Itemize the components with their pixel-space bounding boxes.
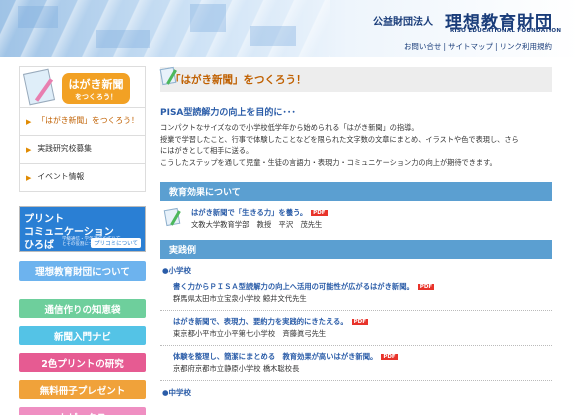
entry-author: 東京都小平市立小平第七小学校 斉藤眞弓先生 xyxy=(173,329,327,338)
header-decoration-block xyxy=(250,26,296,46)
header-decoration-block xyxy=(18,6,58,28)
description-line: にはがきとして相手に送る。 xyxy=(160,146,254,155)
entry-title[interactable]: はがき新聞で、表現力、要約力を実践的にきたえる。 xyxy=(173,317,348,326)
pdf-badge: PDF xyxy=(311,210,328,216)
sidebar-submenu: ▶ 「はがき新聞」をつくろう！ ▶ 実践研究校募集 ▶ イベント情報 xyxy=(19,108,146,192)
list-item[interactable]: はがき新聞で「生きる力」を養う。 PDF 文教大学教育学部 教授 平沢 茂先生 xyxy=(160,207,552,230)
nav-topics[interactable]: トピックス xyxy=(19,407,146,415)
entry-author: 文教大学教育学部 教授 平沢 茂先生 xyxy=(191,220,323,229)
print-banner-button[interactable]: プリコミについて xyxy=(91,238,141,248)
sidebar-item-label: 実践研究校募集 xyxy=(37,144,92,153)
page-title: 「はがき新聞」をつくろう！ xyxy=(160,67,552,92)
section-heading-effects: 教育効果について xyxy=(160,182,552,201)
hagaki-banner-title: はがき新聞 xyxy=(68,78,124,91)
pdf-badge: PDF xyxy=(381,354,398,360)
org-prefix: 公益財団法人 xyxy=(373,17,433,28)
arrow-right-icon: ▶ xyxy=(26,146,32,154)
hagaki-banner-subtitle: をつくろう！ xyxy=(75,93,117,101)
hagaki-newspaper-banner[interactable]: はがき新聞 をつくろう！ xyxy=(19,66,146,108)
category-label-elementary: ●小学校 xyxy=(162,266,192,275)
contact-link[interactable]: お問い合せ xyxy=(404,42,442,51)
entry-title[interactable]: はがき新聞で「生きる力」を養う。 xyxy=(191,208,307,217)
list-item[interactable]: はがき新聞で、表現力、要約力を実践的にきたえる。 PDF 東京都小平市立小平第七小… xyxy=(159,66,552,339)
divider xyxy=(160,345,552,346)
description-line: コンパクトなサイズなので小学校低学年から始められる「はがき新聞」の指導。 xyxy=(160,123,419,132)
link-policy-link[interactable]: リンク利用規約 xyxy=(500,42,553,51)
pdf-badge: PDF xyxy=(417,284,435,290)
sidebar-item-hagaki[interactable]: ▶ 「はがき新聞」をつくろう！ xyxy=(20,108,145,136)
link-separator: | xyxy=(443,42,446,51)
category-label-junior-high: ●中学校 xyxy=(162,388,192,397)
hagaki-banner-badge: はがき新聞 をつくろう！ xyxy=(62,73,130,104)
site-logo-subtitle: RISO EDUCATIONAL FOUNDATION xyxy=(450,28,562,34)
header-decoration-block xyxy=(96,30,150,48)
nav-two-color-print[interactable]: 2色プリントの研究 xyxy=(19,353,146,372)
divider xyxy=(160,380,552,381)
nav-newsletter-tips[interactable]: 通信作りの知恵袋 xyxy=(19,299,146,318)
sidebar-item-events[interactable]: ▶ イベント情報 xyxy=(20,164,145,192)
divider xyxy=(160,310,552,311)
arrow-right-icon: ▶ xyxy=(26,174,32,182)
header-decoration-block xyxy=(190,4,226,32)
sidebar-item-label: 「はがき新聞」をつくろう！ xyxy=(37,116,139,125)
pdf-badge: PDF xyxy=(351,319,368,325)
lead-heading: PISA型読解力の向上を目的に･･･ xyxy=(160,108,296,118)
print-banner-line3: ひろば xyxy=(24,240,54,251)
arrow-right-icon: ▶ xyxy=(26,118,32,126)
newspaper-icon xyxy=(163,207,182,227)
sitemap-link[interactable]: サイトマップ xyxy=(448,42,493,51)
sidebar-item-label: イベント情報 xyxy=(37,172,85,181)
nav-free-booklet[interactable]: 無料冊子プレゼント xyxy=(19,380,146,399)
entry-author: 京都府京都市立静原小学校 橋木聡校長 xyxy=(173,364,300,373)
list-item[interactable]: 書く力からＰＩＳＡ型読解力の向上へ活用の可能性が広がるはがき新聞。 PDF 群馬県… xyxy=(159,66,552,304)
link-separator: | xyxy=(494,42,498,51)
print-communication-banner[interactable]: プリント コミュニケーション ひろば 学級通信・学年通信の作り方とその役割につい… xyxy=(19,206,146,252)
site-header: 公益財団法人 理想教育財団 RISO EDUCATIONAL FOUNDATIO… xyxy=(0,0,580,57)
description: コンパクトなサイズなので小学校低学年から始められる「はがき新聞」の指導。 授業で… xyxy=(160,122,552,168)
description-line: 授業で学習したこと、行事で体験したことなどを限られた文字数の文章にまとめ、イラス… xyxy=(160,134,519,144)
description-line: こうしたステップを通して児童・生徒の言語力・表現力・コミュニケーション力の向上が… xyxy=(160,157,497,167)
sidebar: はがき新聞 をつくろう！ ▶ 「はがき新聞」をつくろう！ ▶ 実践研究校募集 ▶… xyxy=(19,66,146,415)
nav-newspaper-intro[interactable]: 新聞入門ナビ xyxy=(19,326,146,345)
entry-author: 群馬県太田市立宝泉小学校 鯨井文代先生 xyxy=(173,294,307,303)
nav-about-foundation[interactable]: 理想教育財団について xyxy=(19,261,146,281)
section-heading-examples: 実践例 xyxy=(160,240,552,259)
header-links: お問い合せ | サイトマップ | リンク利用規約 xyxy=(404,41,552,52)
entry-title[interactable]: 体験を整理し、簡潔にまとめる 教育効果が高いはがき新聞。 xyxy=(173,352,377,361)
entry-title[interactable]: 書く力からＰＩＳＡ型読解力の向上へ活用の可能性が広がるはがき新聞。 xyxy=(173,282,414,291)
list-item[interactable]: 体験を整理し、簡潔にまとめる 教育効果が高いはがき新聞。 PDF 京都府京都市立静… xyxy=(159,66,552,374)
main-content: 「はがき新聞」をつくろう！ PISA型読解力の向上を目的に･･･ コンパクトなサ… xyxy=(159,66,552,398)
sidebar-item-research-recruit[interactable]: ▶ 実践研究校募集 xyxy=(20,136,145,164)
